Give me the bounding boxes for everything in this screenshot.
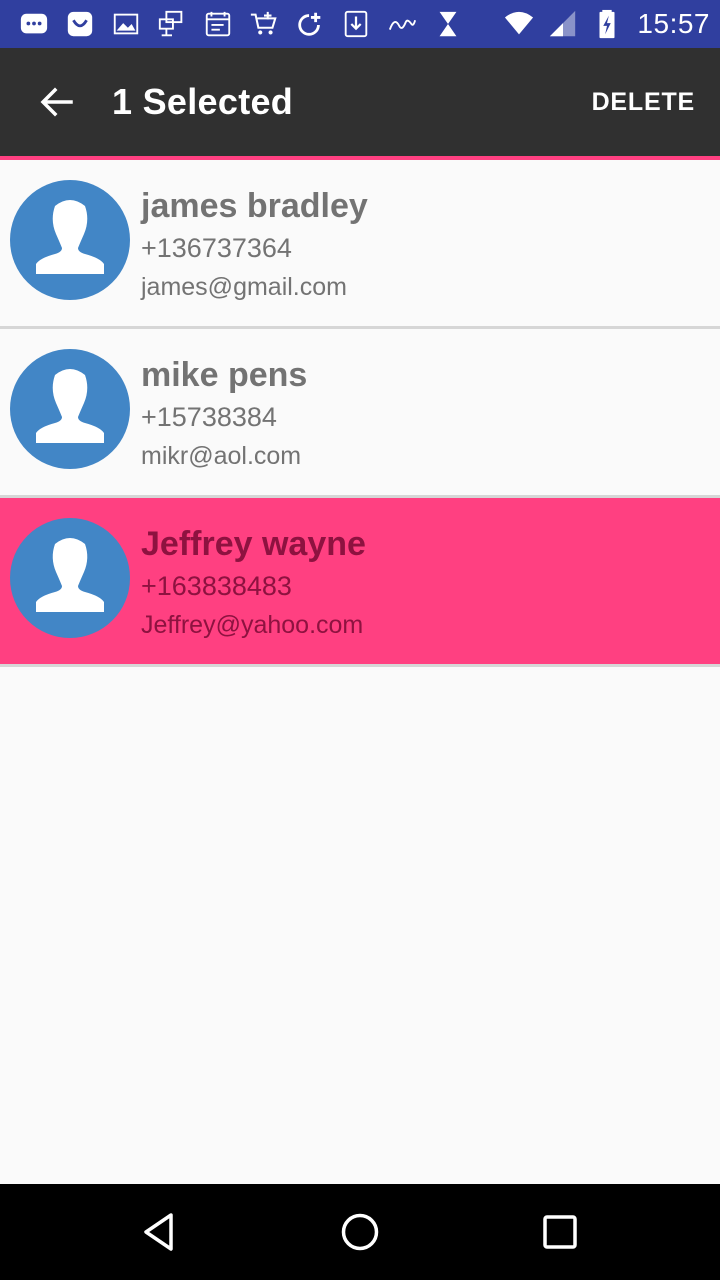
network-icon [156, 8, 188, 40]
cart-icon [248, 8, 280, 40]
hourglass-icon [432, 8, 464, 40]
app-root: 15:57 1 Selected DELETE james bradley +1… [0, 0, 720, 1280]
contact-email: Jeffrey@yahoo.com [141, 611, 364, 639]
contact-avatar-icon [10, 349, 130, 469]
shopping-bag-icon [64, 8, 96, 40]
back-triangle-icon [144, 1213, 173, 1251]
arrow-back-icon [40, 87, 73, 117]
system-icons: 15:57 [503, 8, 710, 40]
contact-phone: +163838483 [141, 571, 292, 601]
image-icon [110, 8, 142, 40]
contact-email: mikr@aol.com [141, 442, 302, 470]
calendar-icon [202, 8, 234, 40]
contact-info: Jeffrey wayne +163838483 Jeffrey@yahoo.c… [141, 522, 366, 644]
selection-count-title: 1 Selected [112, 81, 294, 122]
contact-row-james-bradley[interactable]: james bradley +136737364 james@gmail.com [0, 160, 720, 329]
contact-list: james bradley +136737364 james@gmail.com… [0, 160, 720, 667]
wifi-icon [503, 8, 535, 40]
back-button[interactable] [0, 48, 112, 156]
contact-name: james bradley [141, 187, 368, 225]
contact-info: james bradley +136737364 james@gmail.com [141, 184, 368, 306]
contact-name: Jeffrey wayne [141, 525, 366, 563]
nav-back-button[interactable] [110, 1184, 210, 1280]
nav-home-button[interactable] [310, 1184, 410, 1280]
status-bar: 15:57 [0, 0, 720, 48]
contact-row-mike-pens[interactable]: mike pens +15738384 mikr@aol.com [0, 329, 720, 498]
contact-info: mike pens +15738384 mikr@aol.com [141, 353, 307, 475]
contact-phone: +15738384 [141, 402, 277, 432]
signal-icon [547, 8, 579, 40]
contact-avatar-icon [10, 180, 130, 300]
contact-name: mike pens [141, 356, 308, 394]
delete-button[interactable]: DELETE [572, 48, 720, 156]
recents-square-icon [543, 1215, 577, 1249]
nav-recents-button[interactable] [510, 1184, 610, 1280]
signature-icon [386, 8, 418, 40]
battery-charging-icon [591, 8, 623, 40]
home-circle-icon [341, 1213, 379, 1251]
contact-email: james@gmail.com [141, 273, 347, 301]
clock: 15:57 [637, 8, 710, 39]
system-navigation-bar [0, 1184, 720, 1280]
contact-avatar-icon [10, 518, 130, 638]
download-icon [340, 8, 372, 40]
sync-plus-icon [294, 8, 326, 40]
contextual-action-bar: 1 Selected DELETE [0, 48, 720, 156]
messaging-icon [18, 8, 50, 40]
contact-phone: +136737364 [141, 233, 292, 263]
notification-icons [18, 8, 503, 40]
contact-row-jeffrey-wayne[interactable]: Jeffrey wayne +163838483 Jeffrey@yahoo.c… [0, 498, 720, 667]
